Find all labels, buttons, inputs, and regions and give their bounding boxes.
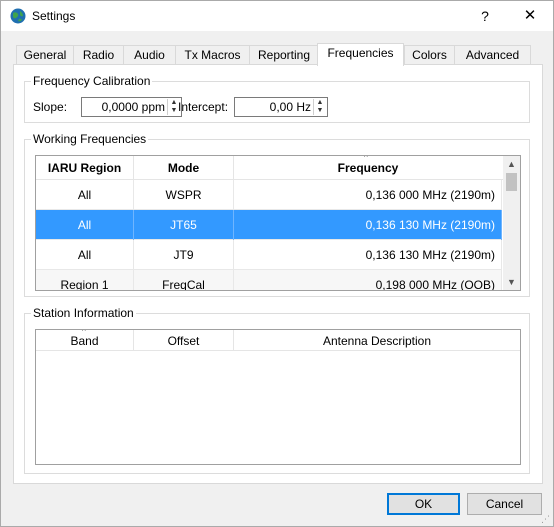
table-header: Band Offset Antenna Description ^ [36, 330, 520, 351]
intercept-label: Intercept: [178, 100, 229, 114]
station-information-table[interactable]: Band Offset Antenna Description ^ [35, 329, 521, 465]
close-button[interactable]: ✕ [515, 5, 545, 27]
tab-general[interactable]: General [16, 45, 74, 66]
cell-region: All [36, 210, 134, 240]
slope-spinbox[interactable]: 0,0000 ppm ▲ ▼ [81, 97, 182, 117]
cell-frequency: 0,136 130 MHz (2190m) [234, 240, 502, 270]
tab-colors[interactable]: Colors [404, 45, 455, 66]
ok-button[interactable]: OK [387, 493, 460, 515]
help-button[interactable]: ? [470, 5, 500, 27]
intercept-value: 0,00 Hz [269, 100, 311, 114]
column-header-offset[interactable]: Offset [134, 330, 234, 351]
tab-reporting[interactable]: Reporting [249, 45, 319, 66]
tab-bar: General Radio Audio Tx Macros Reporting … [13, 43, 543, 66]
sort-indicator-icon: ^ [364, 155, 368, 162]
table-header: IARU Region Mode Frequency ^ [36, 156, 520, 180]
intercept-stepper[interactable]: ▲ ▼ [313, 99, 326, 115]
frequencies-panel: Frequency Calibration Slope: 0,0000 ppm … [13, 64, 543, 484]
column-header-frequency[interactable]: Frequency [234, 156, 502, 180]
sort-indicator-icon: ^ [82, 329, 86, 336]
table-row[interactable]: All WSPR 0,136 000 MHz (2190m) [36, 180, 502, 210]
column-header-iaru-region[interactable]: IARU Region [36, 156, 134, 180]
tab-frequencies[interactable]: Frequencies [317, 43, 404, 66]
cell-frequency: 0,136 000 MHz (2190m) [234, 180, 502, 210]
tab-radio[interactable]: Radio [73, 45, 124, 66]
resize-grip-icon[interactable]: ⋰ [541, 514, 551, 524]
title-bar[interactable]: Settings ? ✕ [1, 1, 553, 31]
table-row[interactable]: Region 1 FreqCal 0,198 000 MHz (OOB) [36, 270, 502, 290]
vertical-scrollbar[interactable]: ▲ ▼ [503, 156, 520, 290]
app-globe-icon [10, 8, 26, 24]
working-frequencies-group: Working Frequencies IARU Region Mode Fre… [24, 132, 530, 297]
cell-region: Region 1 [36, 270, 134, 290]
group-title: Station Information [31, 306, 136, 320]
spin-up-icon[interactable]: ▲ [314, 99, 326, 107]
slope-label: Slope: [33, 100, 68, 114]
slope-value: 0,0000 ppm [101, 100, 165, 114]
cell-region: All [36, 240, 134, 270]
cell-mode: WSPR [134, 180, 234, 210]
frequency-calibration-group: Frequency Calibration Slope: 0,0000 ppm … [24, 74, 530, 123]
cell-frequency: 0,198 000 MHz (OOB) [234, 270, 502, 290]
intercept-spinbox[interactable]: 0,00 Hz ▲ ▼ [234, 97, 328, 117]
table-row[interactable]: All JT9 0,136 130 MHz (2190m) [36, 240, 502, 270]
settings-window: Settings ? ✕ General Radio Audio Tx Macr… [0, 0, 554, 527]
column-header-antenna-description[interactable]: Antenna Description [234, 330, 520, 351]
scroll-thumb[interactable] [506, 173, 517, 191]
tab-tx-macros[interactable]: Tx Macros [175, 45, 250, 66]
tab-advanced[interactable]: Advanced [454, 45, 531, 66]
cell-mode: FreqCal [134, 270, 234, 290]
group-title: Working Frequencies [31, 132, 149, 146]
station-information-group: Station Information Band Offset Antenna … [24, 306, 530, 474]
cell-mode: JT65 [134, 210, 234, 240]
scroll-up-icon[interactable]: ▲ [503, 156, 520, 172]
scroll-down-icon[interactable]: ▼ [503, 274, 520, 290]
cell-frequency: 0,136 130 MHz (2190m) [234, 210, 502, 240]
window-title: Settings [32, 9, 76, 23]
tab-audio[interactable]: Audio [123, 45, 176, 66]
cell-region: All [36, 180, 134, 210]
table-row-selected[interactable]: All JT65 0,136 130 MHz (2190m) [36, 210, 502, 240]
working-frequencies-table[interactable]: IARU Region Mode Frequency ^ All WSPR 0,… [35, 155, 521, 291]
column-header-mode[interactable]: Mode [134, 156, 234, 180]
spin-down-icon[interactable]: ▼ [314, 107, 326, 115]
group-title: Frequency Calibration [31, 74, 153, 88]
cell-mode: JT9 [134, 240, 234, 270]
cancel-button[interactable]: Cancel [467, 493, 542, 515]
